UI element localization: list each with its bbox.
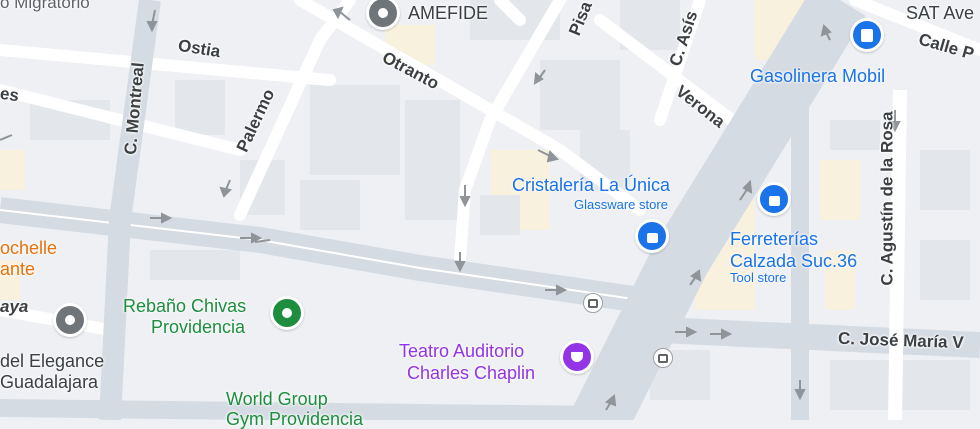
poi-label-rochelle-2[interactable]: ante	[0, 260, 35, 278]
gas-station-icon[interactable]	[850, 18, 884, 52]
poi-label-gasolinera[interactable]: Gasolinera Mobil	[750, 67, 885, 85]
poi-label-ferreterias-2[interactable]: Calzada Suc.36	[730, 252, 857, 270]
poi-label-world-2[interactable]: Gym Providencia	[226, 410, 363, 428]
location-pin-icon[interactable]	[53, 303, 87, 337]
poi-label-rebano-2[interactable]: Providencia	[151, 318, 245, 336]
street-label-agustin: C. Agustín de la Rosa	[877, 111, 897, 286]
poi-label-rebano-1[interactable]: Rebaño Chivas	[123, 297, 246, 315]
poi-label-cristaleria[interactable]: Cristalería La Única	[512, 176, 670, 194]
shopping-bag-icon[interactable]	[635, 219, 669, 253]
poi-label-amefide[interactable]: AMEFIDE	[408, 4, 488, 22]
bus-stop-icon[interactable]	[653, 348, 673, 368]
shopping-bag-icon[interactable]	[757, 182, 791, 216]
poi-type-ferreterias: Tool store	[730, 270, 787, 285]
poi-label-teatro-2[interactable]: Charles Chaplin	[407, 364, 535, 382]
street-label-es: es	[0, 83, 21, 106]
bus-stop-icon[interactable]	[583, 293, 603, 313]
poi-label-elegance-2[interactable]: Guadalajara	[0, 373, 98, 391]
poi-label-ferreterias-1[interactable]: Ferreterías	[730, 230, 818, 248]
poi-label-sat[interactable]: SAT Ave	[906, 4, 974, 22]
poi-label-teatro-1[interactable]: Teatro Auditorio	[399, 342, 524, 360]
poi-label-world-1[interactable]: World Group	[226, 390, 328, 408]
park-pin-icon[interactable]	[270, 296, 304, 330]
street-label-aya: aya	[0, 297, 29, 316]
poi-type-cristaleria: Glassware store	[574, 197, 668, 212]
street-label-jose-maria: C. José María V	[837, 328, 964, 353]
street-label-migratorio: o Migratorio	[0, 0, 90, 12]
theater-masks-icon[interactable]	[560, 340, 594, 374]
poi-label-rochelle-1[interactable]: ochelle	[0, 239, 57, 257]
poi-label-elegance-1[interactable]: del Elegance	[0, 352, 104, 370]
